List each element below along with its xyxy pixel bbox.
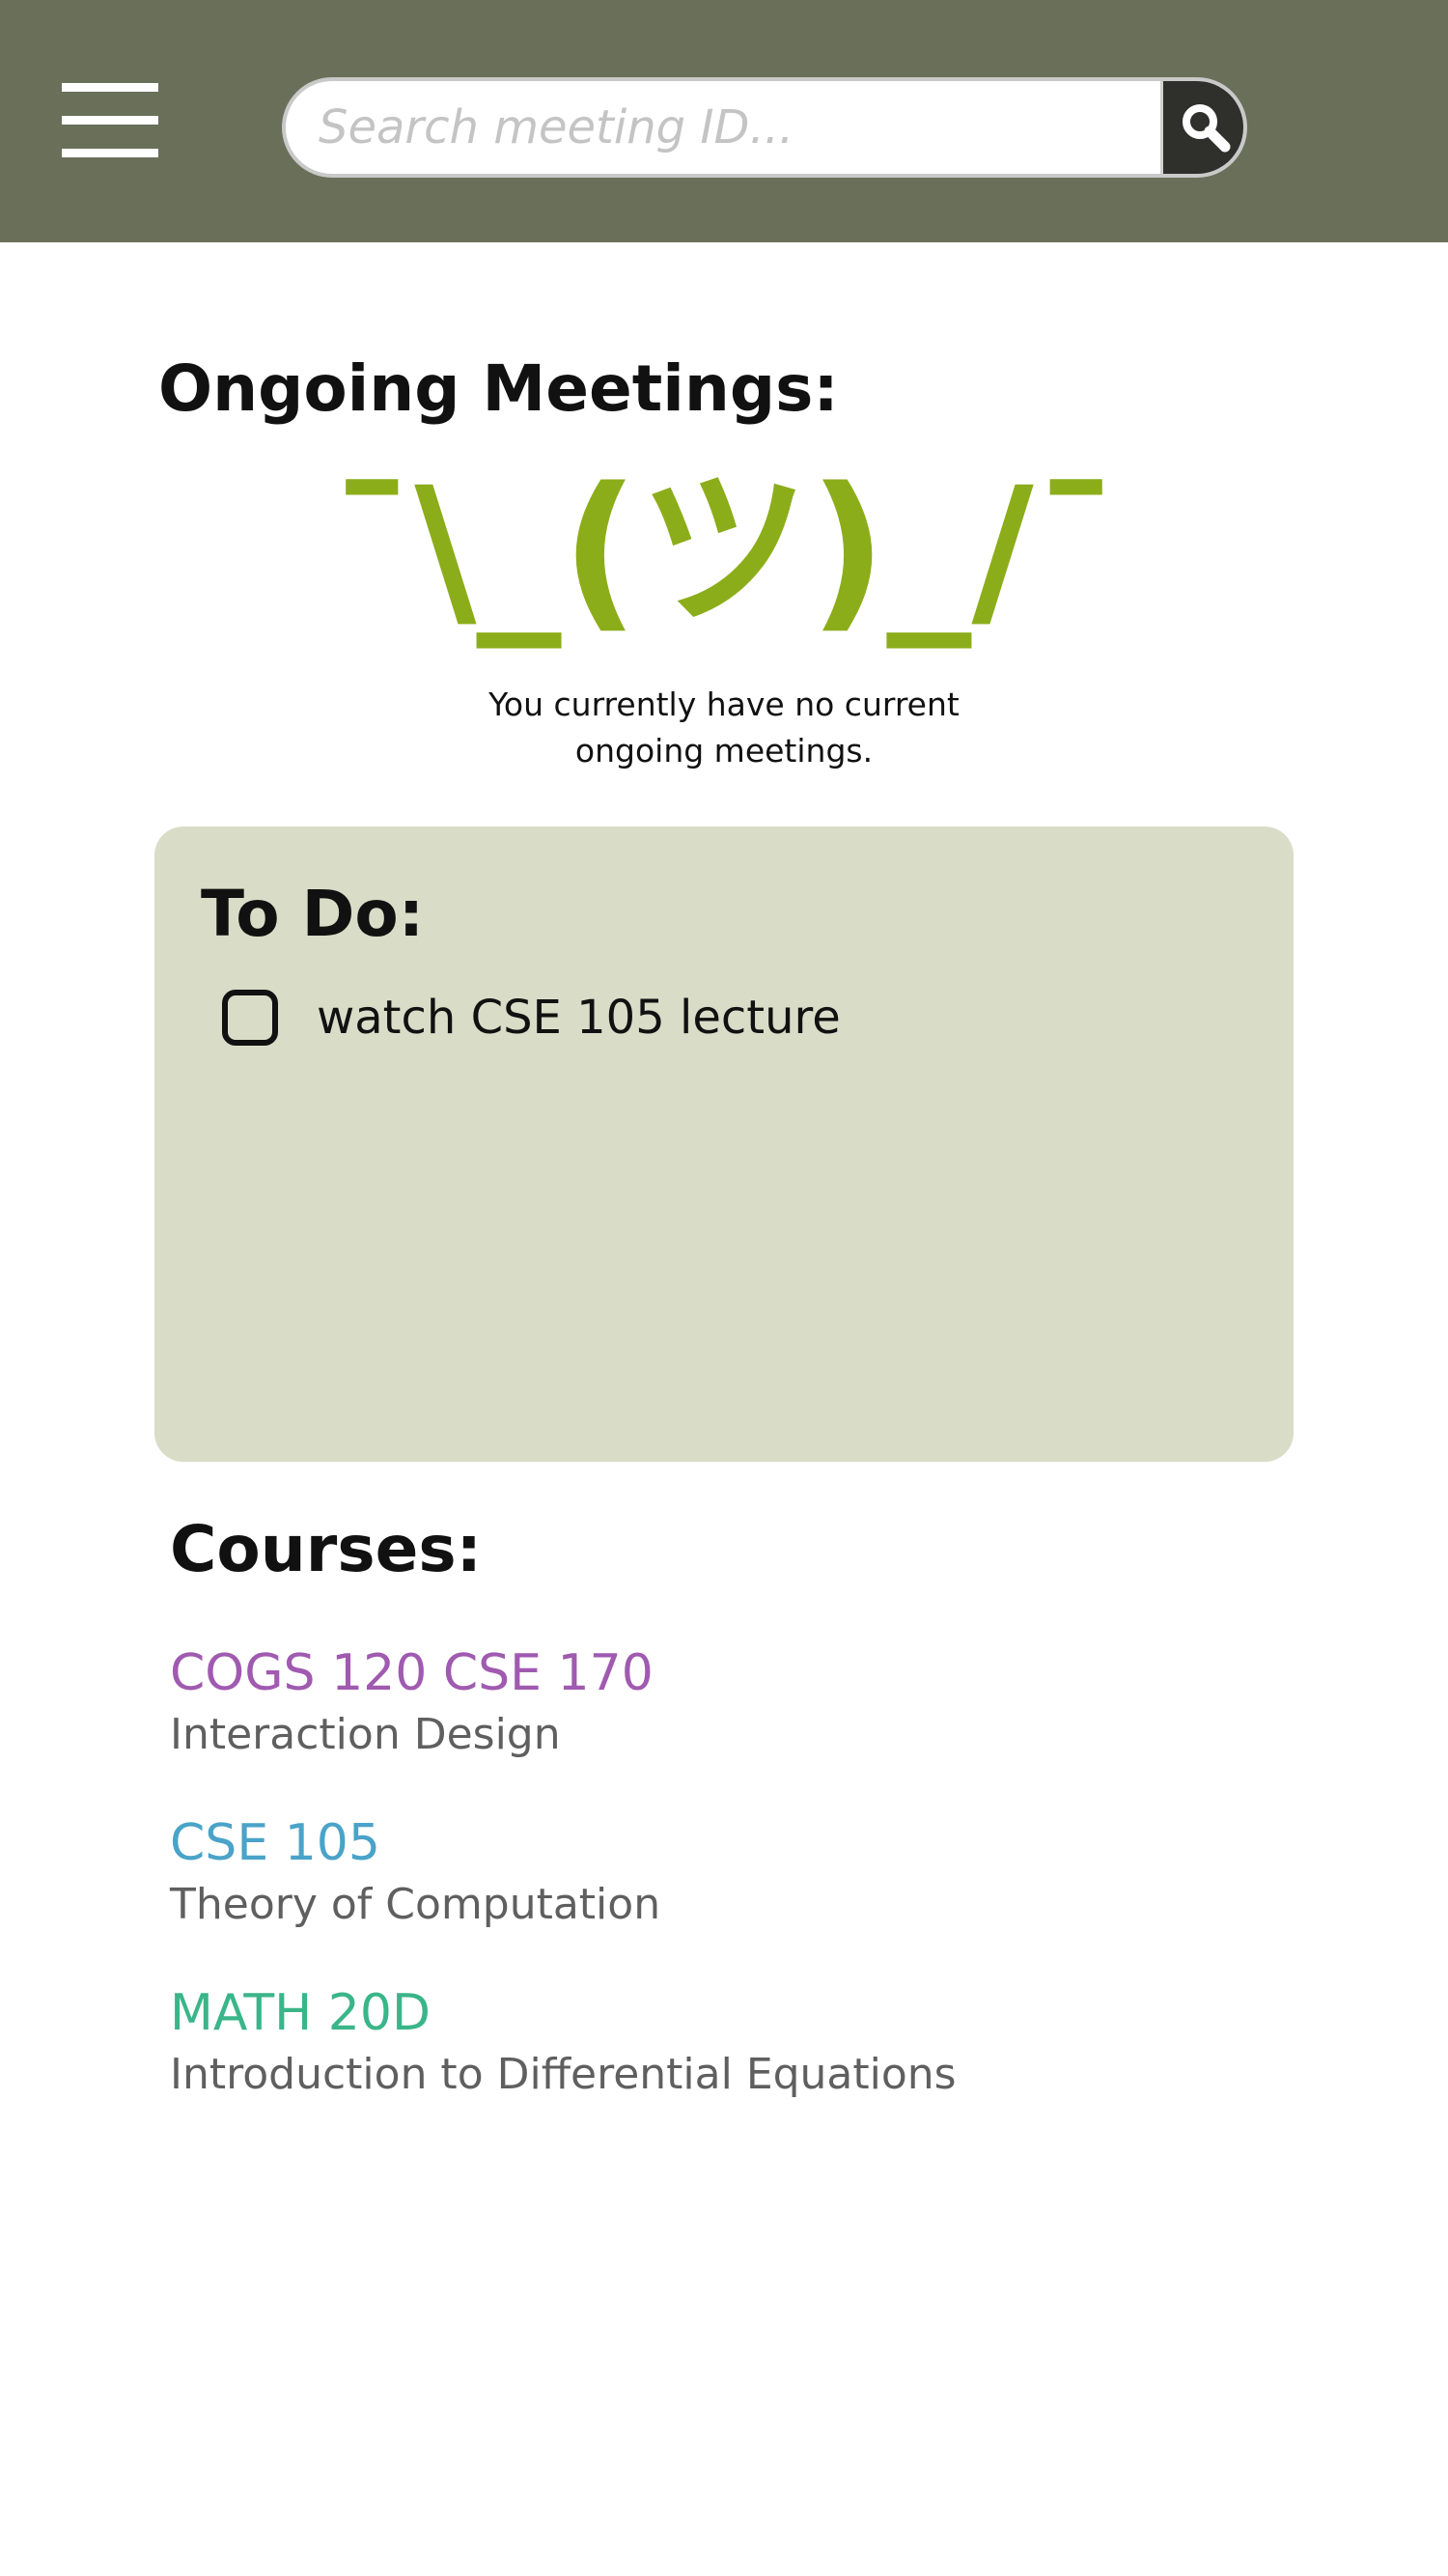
course-name: Introduction to Differential Equations: [170, 2050, 957, 2099]
menu-bar: [62, 116, 158, 125]
todo-item-label: watch CSE 105 lecture: [317, 991, 841, 1045]
no-meetings-message: You currently have no current ongoing me…: [434, 682, 1014, 774]
course-item-cogs-120[interactable]: COGS 120 CSE 170 Interaction Design: [170, 1641, 654, 1765]
course-code[interactable]: MATH 20D: [170, 1981, 957, 2045]
meeting-id-search-input[interactable]: [286, 81, 1164, 174]
search-bar: [282, 77, 1247, 178]
ongoing-meetings-title: Ongoing Meetings:: [158, 351, 839, 426]
menu-bar: [62, 83, 158, 92]
courses-title: Courses:: [170, 1512, 483, 1586]
course-item-cse-105[interactable]: CSE 105 Theory of Computation: [170, 1811, 660, 1935]
top-header: [0, 0, 1448, 242]
course-item-math-20d[interactable]: MATH 20D Introduction to Differential Eq…: [170, 1981, 957, 2105]
course-name: Theory of Computation: [170, 1880, 661, 1929]
todo-item[interactable]: watch CSE 105 lecture: [222, 987, 841, 1049]
hamburger-menu-icon[interactable]: [62, 83, 158, 160]
course-name: Interaction Design: [170, 1710, 561, 1759]
course-code[interactable]: CSE 105: [170, 1811, 660, 1875]
no-meetings-message-line: ongoing meetings.: [574, 732, 874, 770]
magnifier-icon: [1183, 104, 1231, 153]
search-button[interactable]: [1160, 81, 1243, 174]
todo-title: To Do:: [201, 877, 425, 951]
todo-checkbox[interactable]: [222, 990, 278, 1046]
todo-card: To Do: watch CSE 105 lecture: [154, 826, 1294, 1462]
menu-bar: [62, 149, 158, 157]
shrug-emoticon: ¯\_(ツ)_/¯: [329, 451, 1119, 649]
course-code[interactable]: COGS 120 CSE 170: [170, 1641, 654, 1705]
no-meetings-message-line: You currently have no current: [488, 686, 960, 723]
